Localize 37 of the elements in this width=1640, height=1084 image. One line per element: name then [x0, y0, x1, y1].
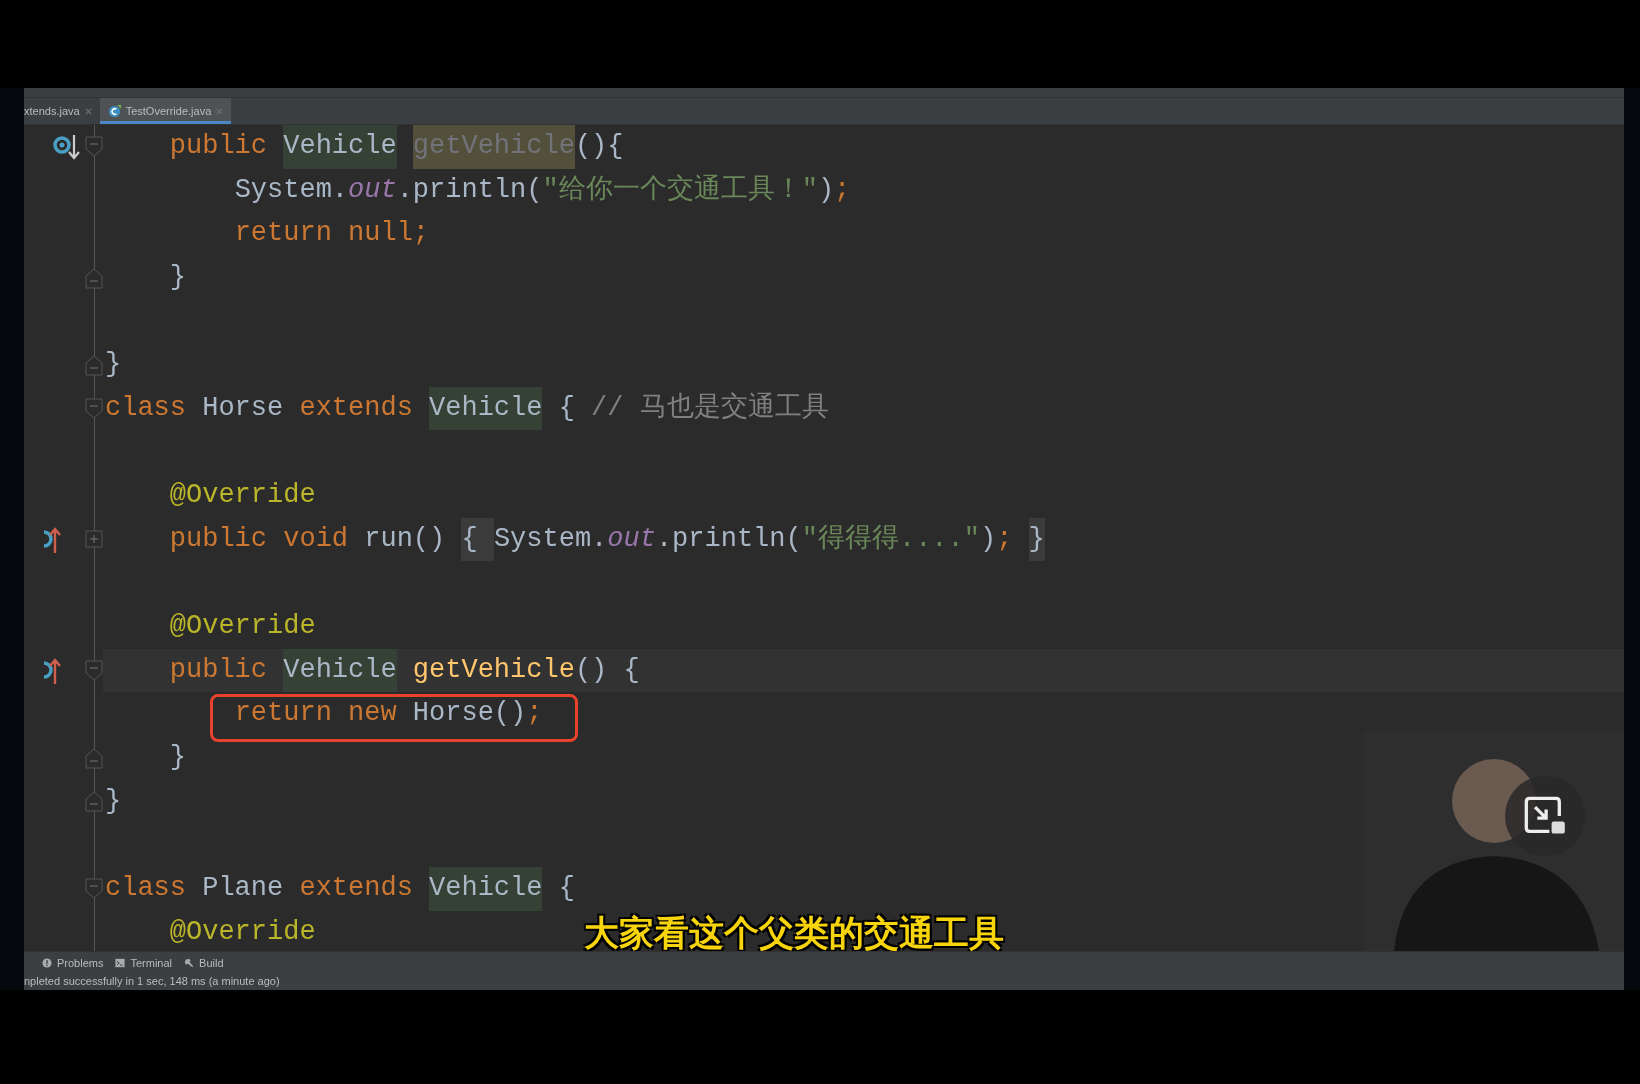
code-line: }: [105, 784, 122, 818]
code-line: }: [168, 260, 186, 294]
code-line: @Override: [168, 479, 316, 513]
close-icon[interactable]: [84, 107, 92, 115]
fold-marker-icon[interactable]: [85, 397, 103, 420]
tool-window-tab[interactable]: Build: [184, 957, 224, 969]
code-line: return new Horse();: [233, 697, 543, 731]
info-icon: [42, 958, 52, 968]
code-line: }: [105, 348, 122, 382]
editor-tab[interactable]: TestOverride.java: [99, 98, 232, 124]
code-line: public void run() { System.out.println("得得得...."); }: [105, 517, 1045, 562]
fold-end-icon[interactable]: [85, 266, 103, 289]
fold-marker-icon[interactable]: [85, 135, 103, 158]
fold-end-icon[interactable]: [85, 790, 103, 813]
fold-end-icon[interactable]: [85, 354, 103, 376]
fold-marker-icon[interactable]: [85, 659, 103, 682]
hammer-icon: [184, 958, 195, 968]
close-icon[interactable]: [216, 107, 224, 115]
code-line: System.out.println("给你一个交通工具！");: [233, 173, 851, 207]
expand-fold-icon[interactable]: [85, 528, 103, 551]
class-file-icon: [107, 104, 121, 118]
code-line: class Horse extends Vehicle { // 马也是交通工具: [105, 386, 829, 431]
fold-marker-icon[interactable]: [85, 877, 103, 900]
code-line: public Vehicle getVehicle(){: [105, 125, 624, 169]
video-subtitle: 大家看这个父类的交通工具: [584, 912, 1004, 951]
editor-tab[interactable]: xtends.java: [24, 98, 100, 124]
code-line: class Plane extends Vehicle {: [105, 866, 575, 911]
code-line: @Override: [168, 610, 316, 644]
fold-end-icon[interactable]: [85, 746, 103, 769]
status-message: npleted successfully in 1 sec, 148 ms (a minute ago): [24, 974, 1624, 990]
code-line: return null;: [233, 217, 430, 251]
tool-window-tab[interactable]: Terminal: [115, 957, 173, 969]
terminal-icon: [115, 958, 126, 968]
code-line: }: [168, 740, 186, 774]
tool-window-tab[interactable]: Problems: [42, 957, 104, 969]
code-line: @Override: [168, 915, 316, 949]
code-line: public Vehicle getVehicle() {: [105, 648, 640, 693]
